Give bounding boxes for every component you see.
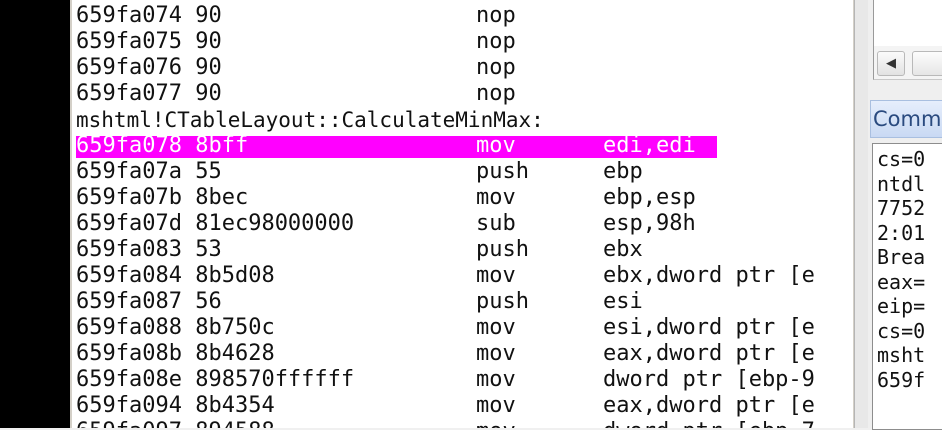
instruction-bytes: 90 bbox=[195, 55, 222, 80]
command-output-line: Brea bbox=[877, 245, 926, 269]
command-output-line: msht bbox=[877, 343, 926, 367]
scrollbar-thumb[interactable] bbox=[912, 51, 942, 76]
instruction-address: 659fa08b bbox=[76, 341, 182, 366]
instruction-bytes: 90 bbox=[195, 3, 222, 28]
instruction-bytes: 8b4354 bbox=[195, 393, 275, 418]
instruction-mnemonic: mov bbox=[476, 419, 516, 428]
instruction-bytes: 90 bbox=[195, 81, 222, 106]
instruction-bytes: 894588 bbox=[195, 419, 274, 428]
instruction-bytes: 8bec bbox=[195, 185, 249, 210]
instruction-mnemonic: nop bbox=[476, 55, 516, 80]
instruction-address: 659fa075 bbox=[76, 29, 182, 54]
command-output-line: eip= bbox=[877, 294, 926, 318]
address-and-bytes: 659fa087 56 bbox=[76, 289, 222, 315]
instruction-mnemonic: mov bbox=[476, 393, 516, 418]
instruction-mnemonic: nop bbox=[476, 81, 516, 106]
instruction-address: 659fa074 bbox=[76, 3, 182, 28]
instruction-mnemonic: mov bbox=[476, 133, 516, 158]
instruction-operands: esp,98h bbox=[603, 211, 696, 236]
instruction-bytes: 898570ffffff bbox=[195, 367, 355, 392]
instruction-mnemonic: mov bbox=[476, 367, 516, 392]
instruction-bytes: 53 bbox=[195, 237, 222, 262]
instruction-mnemonic: nop bbox=[476, 29, 516, 54]
address-and-bytes: 659fa078 8bff bbox=[76, 133, 248, 159]
instruction-address: 659fa07b bbox=[76, 185, 182, 210]
instruction-operands: dword ptr [ebp-9 bbox=[603, 367, 815, 392]
horizontal-scrollbar[interactable]: ◀ bbox=[873, 46, 942, 80]
address-and-bytes: 659fa08e 898570ffffff bbox=[76, 367, 354, 393]
instruction-address: 659fa076 bbox=[76, 55, 182, 80]
instruction-address: 659fa094 bbox=[76, 393, 182, 418]
registers-pane[interactable] bbox=[873, 0, 942, 47]
address-and-bytes: 659fa084 8b5d08 bbox=[76, 263, 275, 289]
address-and-bytes: 659fa088 8b750c bbox=[76, 315, 275, 341]
command-output-line: eax= bbox=[877, 269, 926, 294]
command-output-line: 659f bbox=[877, 367, 926, 392]
instruction-mnemonic: push bbox=[476, 289, 529, 314]
command-output-line: 7752 bbox=[877, 196, 926, 220]
command-window-title: Comm bbox=[873, 107, 942, 131]
instruction-operands: edi,edi bbox=[603, 133, 696, 158]
address-and-bytes: 659fa07d 81ec98000000 bbox=[76, 211, 354, 237]
instruction-operands: ebp bbox=[603, 159, 643, 184]
instruction-address: 659fa07a bbox=[76, 159, 182, 184]
address-and-bytes: 659fa075 90 bbox=[76, 29, 222, 55]
scroll-left-icon[interactable]: ◀ bbox=[877, 51, 905, 76]
window-left-edge bbox=[0, 0, 70, 428]
instruction-mnemonic: mov bbox=[476, 185, 516, 210]
instruction-mnemonic: push bbox=[476, 237, 529, 262]
disassembly-pane[interactable]: 659fa074 90 nop 659fa075 90 nop 659fa076 90 n… bbox=[72, 0, 853, 428]
instruction-bytes: 90 bbox=[195, 29, 222, 54]
instruction-bytes: 55 bbox=[195, 159, 222, 184]
pane-splitter[interactable] bbox=[854, 0, 869, 428]
right-panel: ◀ Comm cs=0 ntdl 7752 2:01 Brea eax= eip= cs=0 m… bbox=[868, 0, 942, 430]
instruction-operands: dword ptr [ebp-7 bbox=[603, 419, 815, 428]
address-and-bytes: 659fa07a 55 bbox=[76, 159, 222, 185]
instruction-address: 659fa087 bbox=[76, 289, 182, 314]
instruction-operands: eax,dword ptr [e bbox=[603, 393, 815, 418]
command-output-line: cs=0 bbox=[877, 318, 926, 343]
address-and-bytes: 659fa076 90 bbox=[76, 55, 222, 81]
address-and-bytes: 659fa097 894588 bbox=[76, 419, 275, 428]
instruction-address: 659fa077 bbox=[76, 81, 182, 106]
instruction-operands: ebp,esp bbox=[603, 185, 696, 210]
command-output-line: cs=0 bbox=[877, 147, 926, 171]
instruction-operands: esi,dword ptr [e bbox=[603, 315, 815, 340]
instruction-operands: ebx bbox=[603, 237, 643, 262]
instruction-address: 659fa088 bbox=[76, 315, 182, 340]
instruction-mnemonic: mov bbox=[476, 341, 516, 366]
instruction-address: 659fa097 bbox=[76, 419, 182, 428]
address-and-bytes: 659fa08b 8b4628 bbox=[76, 341, 275, 367]
address-and-bytes: 659fa07b 8bec bbox=[76, 185, 248, 211]
symbol-label-text: mshtml!CTableLayout::CalculateMinMax: bbox=[76, 108, 544, 132]
command-output[interactable]: cs=0 ntdl 7752 2:01 Brea eax= eip= cs=0 msht 659f bbox=[872, 143, 942, 430]
address-and-bytes: 659fa094 8b4354 bbox=[76, 393, 275, 419]
command-output-line: ntdl bbox=[877, 171, 926, 196]
instruction-mnemonic: sub bbox=[476, 211, 516, 236]
instruction-mnemonic: mov bbox=[476, 263, 516, 288]
instruction-mnemonic: nop bbox=[476, 3, 516, 28]
command-output-line: 2:01 bbox=[877, 220, 926, 245]
instruction-bytes: 81ec98000000 bbox=[195, 211, 355, 236]
command-window-header[interactable]: Comm bbox=[870, 100, 942, 138]
instruction-address: 659fa07d bbox=[76, 211, 182, 236]
instruction-bytes: 8bff bbox=[195, 133, 249, 158]
instruction-bytes: 56 bbox=[195, 289, 222, 314]
address-and-bytes: 659fa077 90 bbox=[76, 81, 222, 107]
instruction-mnemonic: mov bbox=[476, 315, 516, 340]
address-and-bytes: 659fa074 90 bbox=[76, 3, 222, 29]
instruction-address: 659fa078 bbox=[76, 133, 182, 158]
instruction-operands: eax,dword ptr [e bbox=[603, 341, 815, 366]
instruction-operands: esi bbox=[603, 289, 643, 314]
address-and-bytes: 659fa083 53 bbox=[76, 237, 222, 263]
instruction-address: 659fa083 bbox=[76, 237, 182, 262]
instruction-address: 659fa084 bbox=[76, 263, 182, 288]
instruction-address: 659fa08e bbox=[76, 367, 182, 392]
instruction-bytes: 8b4628 bbox=[195, 341, 275, 366]
instruction-bytes: 8b5d08 bbox=[195, 263, 275, 288]
instruction-bytes: 8b750c bbox=[195, 315, 275, 340]
instruction-operands: ebx,dword ptr [e bbox=[603, 263, 815, 288]
instruction-mnemonic: push bbox=[476, 159, 529, 184]
